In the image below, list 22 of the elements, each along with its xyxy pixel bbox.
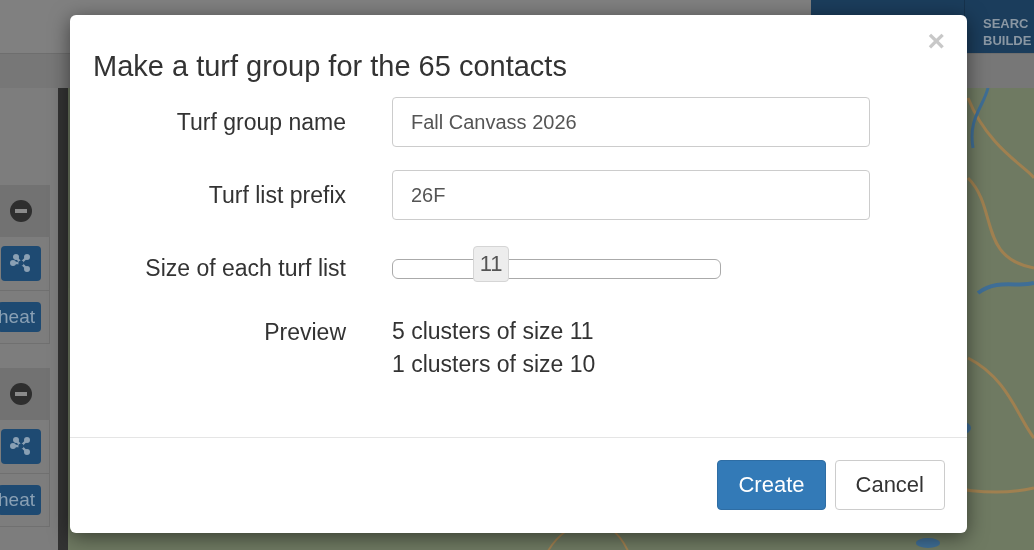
field-label: Turf list prefix [207,181,346,210]
cancel-button[interactable]: Cancel [834,460,945,510]
field-label: Size of each turf list [144,254,346,283]
slider-thumb[interactable]: 11 [473,246,510,282]
network-button[interactable] [1,246,41,281]
text-field[interactable]: Fall Canvass 2026 [392,97,870,147]
minus-icon[interactable] [10,383,32,406]
size-slider[interactable]: 11 [392,243,721,287]
text-field[interactable]: 26F [392,170,870,220]
preview-line: 5 clusters of size 11 [392,317,595,346]
network-button[interactable] [1,428,41,464]
field-label: Preview [263,318,346,347]
preview-line: 1 clusters of size 10 [392,350,597,379]
field-label: Turf group name [175,108,346,137]
search-builder-button[interactable]: SEARC BUILDE [965,0,1034,53]
heat-button[interactable]: heat [0,301,41,332]
create-button[interactable]: Create [717,460,826,510]
dialog-title: Make a turf group for the 65 contacts [93,49,568,83]
network-icon [10,437,32,456]
minus-icon[interactable] [10,200,32,223]
heat-button[interactable]: heat [0,484,41,515]
network-icon [10,254,32,273]
